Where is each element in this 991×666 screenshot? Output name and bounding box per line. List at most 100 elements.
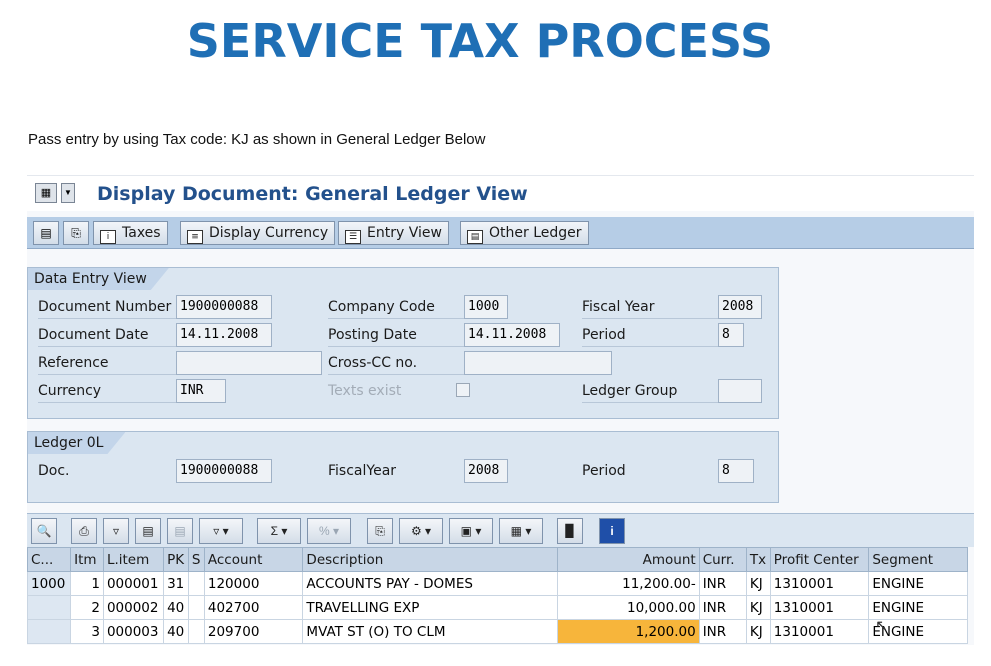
choose-columns-button[interactable]: ▉ bbox=[557, 518, 583, 544]
table-row[interactable]: 3 000003 40 209700 MVAT ST (O) TO CLM 1,… bbox=[26, 619, 968, 644]
cell-c bbox=[26, 619, 72, 644]
choose-columns-icon: ▉ bbox=[565, 524, 575, 538]
cell-pk: 31 bbox=[163, 571, 189, 596]
ledger-group-box: Ledger 0L Doc. 1900000088 FiscalYear 200… bbox=[27, 431, 779, 503]
cell-account: 402700 bbox=[203, 595, 304, 620]
data-entry-view-title: Data Entry View bbox=[28, 268, 169, 290]
cross-cc-label: Cross-CC no. bbox=[328, 351, 464, 375]
col-header-account[interactable]: Account bbox=[203, 547, 304, 572]
col-header-litem[interactable]: L.item bbox=[102, 547, 165, 572]
display-currency-button[interactable]: ≡ Display Currency bbox=[180, 221, 336, 245]
entry-view-button[interactable]: ☰ Entry View bbox=[338, 221, 449, 245]
document-date-field[interactable]: 14.11.2008 bbox=[176, 323, 272, 347]
col-header-profit-center[interactable]: Profit Center bbox=[769, 547, 870, 572]
taxes-button[interactable]: i Taxes bbox=[93, 221, 168, 245]
cell-description: TRAVELLING EXP bbox=[302, 595, 559, 620]
filter-button[interactable]: ▿ bbox=[103, 518, 129, 544]
document-overview-icon: ▤ bbox=[40, 226, 52, 240]
print-preview-button[interactable]: ⎘ bbox=[367, 518, 393, 544]
change-layout-button[interactable]: ⚙ ▾ bbox=[399, 518, 443, 544]
company-code-field[interactable]: 1000 bbox=[464, 295, 508, 319]
data-entry-view-group: Data Entry View Document Number 19000000… bbox=[27, 267, 779, 419]
cell-amount-highlighted: 1,200.00 bbox=[557, 619, 700, 644]
taxes-label: Taxes bbox=[122, 225, 161, 241]
cell-amount: 10,000.00 bbox=[557, 595, 700, 620]
print-icon: ⎘ bbox=[71, 226, 81, 240]
find-button[interactable]: ▤ bbox=[135, 518, 161, 544]
company-code-label: Company Code bbox=[328, 295, 464, 319]
col-header-amount[interactable]: Amount bbox=[557, 547, 700, 572]
ledger-period-label: Period bbox=[582, 463, 626, 479]
posting-date-field[interactable]: 14.11.2008 bbox=[464, 323, 560, 347]
period-label: Period bbox=[582, 323, 718, 347]
cell-tx: KJ bbox=[745, 571, 771, 596]
fiscal-year-field[interactable]: 2008 bbox=[718, 295, 762, 319]
texts-exist-checkbox[interactable] bbox=[456, 383, 470, 397]
ledger-period-field[interactable]: 8 bbox=[718, 459, 754, 483]
col-header-segment[interactable]: Segment bbox=[868, 547, 968, 572]
col-header-tx[interactable]: Tx bbox=[745, 547, 771, 572]
ledger-fiscal-year-label: FiscalYear bbox=[328, 463, 397, 479]
col-header-pk[interactable]: PK bbox=[163, 547, 189, 572]
cell-account: 209700 bbox=[203, 619, 304, 644]
mouse-cursor-icon: ↖ bbox=[875, 618, 889, 635]
cell-curr: INR bbox=[698, 595, 747, 620]
document-date-label: Document Date bbox=[38, 323, 176, 347]
details-button[interactable]: 🔍 bbox=[31, 518, 57, 544]
posting-date-label: Posting Date bbox=[328, 323, 464, 347]
menu-dropdown-icon[interactable]: ▼ bbox=[61, 183, 75, 203]
grid-toolbar: 🔍 ⎙ ▿ ▤ ▤ ▿ ▾ Σ ▾ % ▾ ⎘ ⚙ ▾ ▣ ▾ ▦ ▾ ▉ i bbox=[27, 513, 974, 547]
find-next-button[interactable]: ▤ bbox=[167, 518, 193, 544]
ledger-doc-field[interactable]: 1900000088 bbox=[176, 459, 272, 483]
other-ledger-button[interactable]: ▤ Other Ledger bbox=[460, 221, 589, 245]
cell-profit-center: 1310001 bbox=[769, 571, 870, 596]
currency-field[interactable]: INR bbox=[176, 379, 226, 403]
cell-litem: 000001 bbox=[102, 571, 165, 596]
table-row[interactable]: 1000 1 000001 31 120000 ACCOUNTS PAY - D… bbox=[26, 571, 968, 596]
sum-button[interactable]: Σ ▾ bbox=[257, 518, 301, 544]
subtotal-button[interactable]: % ▾ bbox=[307, 518, 351, 544]
print-button[interactable]: ⎘ bbox=[63, 221, 89, 245]
fiscal-year-label: Fiscal Year bbox=[582, 295, 718, 319]
document-number-label: Document Number bbox=[38, 295, 176, 319]
table-header-row: C... Itm L.item PK S Account Description… bbox=[26, 547, 968, 572]
col-header-itm[interactable]: Itm bbox=[70, 547, 104, 572]
reference-field[interactable] bbox=[176, 351, 322, 375]
table-row[interactable]: 2 000002 40 402700 TRAVELLING EXP 10,000… bbox=[26, 595, 968, 620]
print-preview-icon: ⎘ bbox=[375, 524, 385, 538]
col-header-c[interactable]: C... bbox=[26, 547, 72, 572]
cell-segment: ENGINE bbox=[868, 571, 968, 596]
col-header-description[interactable]: Description bbox=[302, 547, 559, 572]
col-header-s[interactable]: S bbox=[187, 547, 205, 572]
reference-label: Reference bbox=[38, 351, 176, 375]
set-filter-button[interactable]: ▿ ▾ bbox=[199, 518, 243, 544]
grid-print-button[interactable]: ⎙ bbox=[71, 518, 97, 544]
cell-account: 120000 bbox=[203, 571, 304, 596]
cross-cc-field[interactable] bbox=[464, 351, 612, 375]
period-field[interactable]: 8 bbox=[718, 323, 744, 347]
print-icon: ⎙ bbox=[79, 524, 89, 538]
ledger-group-title: Ledger 0L bbox=[28, 432, 125, 454]
other-ledger-icon: ▤ bbox=[467, 230, 483, 244]
ledger-group-field[interactable] bbox=[718, 379, 762, 403]
cell-amount: 11,200.00- bbox=[557, 571, 700, 596]
document-number-field[interactable]: 1900000088 bbox=[176, 295, 272, 319]
currency-label: Currency bbox=[38, 379, 176, 403]
export-icon: ▣ ▾ bbox=[460, 524, 482, 538]
ledger-fiscal-year-field[interactable]: 2008 bbox=[464, 459, 508, 483]
menu-icon[interactable]: ▦ bbox=[35, 183, 57, 203]
texts-exist-label: Texts exist bbox=[328, 383, 402, 399]
cell-s bbox=[187, 619, 205, 644]
cell-profit-center: 1310001 bbox=[769, 595, 870, 620]
select-layout-button[interactable]: ▦ ▾ bbox=[499, 518, 543, 544]
cell-itm: 2 bbox=[70, 595, 104, 620]
cell-pk: 40 bbox=[163, 619, 189, 644]
col-header-curr[interactable]: Curr. bbox=[698, 547, 747, 572]
cell-c bbox=[26, 595, 72, 620]
change-layout-icon: ⚙ ▾ bbox=[410, 524, 432, 538]
export-button[interactable]: ▣ ▾ bbox=[449, 518, 493, 544]
ledger-group-label: Ledger Group bbox=[582, 379, 718, 403]
cell-curr: INR bbox=[698, 571, 747, 596]
document-overview-button[interactable]: ▤ bbox=[33, 221, 59, 245]
info-button[interactable]: i bbox=[599, 518, 625, 544]
